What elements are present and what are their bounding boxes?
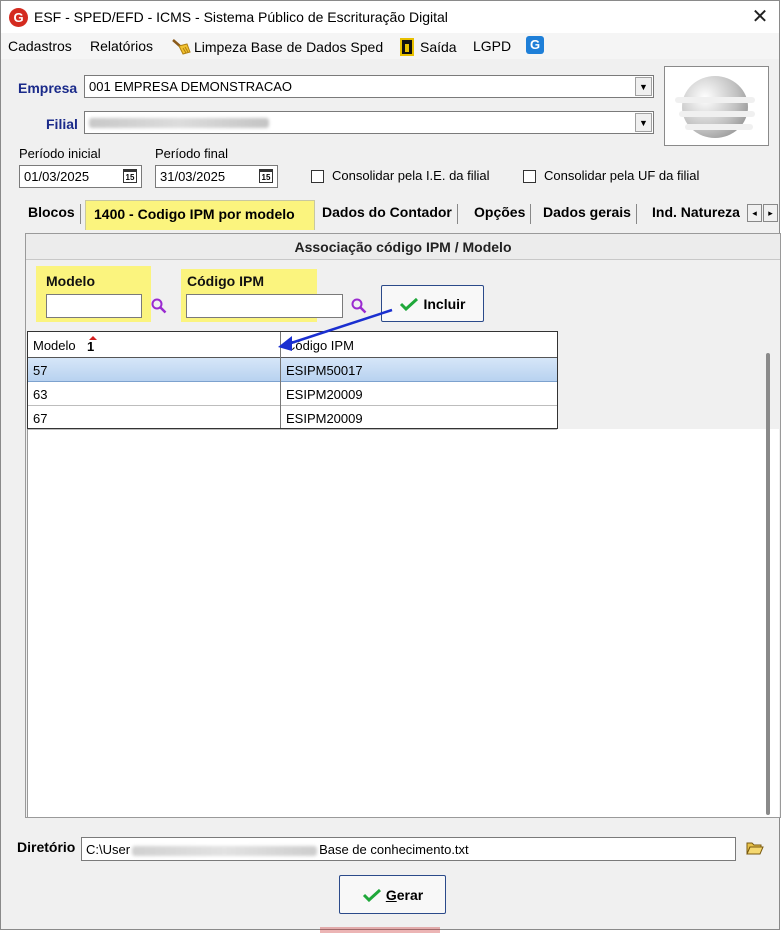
calendar-icon[interactable]: 15 [259, 169, 273, 183]
diretorio-redacted [132, 845, 318, 856]
diretorio-suffix: Base de conhecimento.txt [319, 842, 469, 857]
cell-codigo: ESIPM20009 [286, 387, 363, 402]
logo-band [685, 124, 753, 130]
periodo-final-value: 31/03/2025 [160, 169, 226, 184]
menu-lgpd-label: LGPD [473, 38, 512, 54]
periodo-inicial-field[interactable]: 01/03/2025 15 [19, 165, 142, 188]
exit-door-icon [400, 38, 414, 56]
close-button[interactable]: ✕ [743, 3, 777, 31]
menu-relatorios-label: Relatórios [90, 38, 154, 54]
main-window: G ESF - SPED/EFD - ICMS - Sistema Públic… [0, 0, 781, 930]
search-icon[interactable] [151, 298, 167, 314]
company-logo [664, 66, 769, 146]
periodo-final-field[interactable]: 31/03/2025 15 [155, 165, 278, 188]
table-row[interactable]: 67 ESIPM20009 [28, 406, 557, 430]
menu-limpeza-base[interactable]: Limpeza Base de Dados Sped [171, 38, 383, 56]
filial-combo[interactable]: ▼ [84, 111, 654, 134]
menu-relatorios[interactable]: Relatórios [90, 38, 153, 54]
tab-dados-gerais[interactable]: Dados gerais [543, 204, 637, 224]
codigo-ipm-input[interactable] [186, 294, 343, 318]
tab-scroll-right[interactable]: ▸ [763, 204, 778, 222]
grid-background [27, 429, 779, 817]
panel-header: Associação código IPM / Modelo [26, 234, 780, 260]
cell-modelo: 67 [33, 411, 48, 426]
app-logo-icon: G [9, 8, 28, 27]
cell-modelo: 57 [33, 363, 48, 378]
consolidar-ie-label: Consolidar pela I.E. da filial [332, 168, 490, 183]
tab-dados-contador[interactable]: Dados do Contador [322, 204, 458, 224]
tab-blocos[interactable]: Blocos [28, 204, 81, 224]
open-folder-icon[interactable] [746, 841, 764, 855]
menu-limpeza-label: Limpeza Base de Dados Sped [194, 39, 384, 55]
periodo-inicial-label: Período inicial [19, 146, 101, 161]
tab-ind-natureza[interactable]: Ind. Natureza [652, 204, 748, 220]
menu-saida[interactable]: Saída [400, 38, 457, 56]
logo-band [679, 111, 755, 117]
codigo-ipm-label: Código IPM [187, 273, 264, 289]
sort-order-label: 1 [87, 339, 95, 354]
gerar-label: Gerar [385, 886, 424, 903]
tab-scroll-left[interactable]: ◂ [747, 204, 762, 222]
incluir-label: Incluir [423, 295, 466, 312]
vertical-scrollbar[interactable] [766, 353, 770, 815]
table-row[interactable]: 57 ESIPM50017 [28, 358, 557, 382]
filial-label: Filial [46, 116, 78, 132]
chevron-down-icon[interactable]: ▼ [635, 113, 652, 132]
filial-value-redacted [89, 118, 269, 128]
incluir-button[interactable]: Incluir [381, 285, 484, 322]
gerar-button[interactable]: Gerar [339, 875, 446, 914]
modelo-label: Modelo [46, 273, 95, 289]
g-brand-icon[interactable]: G [526, 36, 544, 54]
periodo-inicial-value: 01/03/2025 [24, 169, 90, 184]
col-codigo-ipm[interactable]: Código IPM [281, 332, 557, 358]
menu-saida-label: Saída [420, 39, 457, 55]
menu-cadastros-label: Cadastros [8, 38, 72, 54]
table-row[interactable]: 63 ESIPM20009 [28, 382, 557, 406]
menu-bar: Cadastros Relatórios Limpeza Base de Dad… [1, 33, 779, 59]
grid-header: Modelo 1 Código IPM [28, 332, 557, 358]
cell-codigo: ESIPM50017 [286, 363, 363, 378]
diretorio-field[interactable]: C:\User Base de conhecimento.txt [81, 837, 736, 861]
diretorio-prefix: C:\User [86, 842, 131, 857]
ipm-grid: Modelo 1 Código IPM 57 ESIPM50017 63 ESI… [27, 331, 558, 430]
periodo-final-label: Período final [155, 146, 228, 161]
consolidar-uf-label: Consolidar pela UF da filial [544, 168, 700, 183]
logo-band [675, 97, 755, 103]
cell-modelo: 63 [33, 387, 48, 402]
col-codigo-label: Código IPM [286, 338, 354, 353]
empresa-label: Empresa [18, 80, 78, 96]
menu-cadastros[interactable]: Cadastros [8, 38, 72, 54]
empresa-combo[interactable]: 001 EMPRESA DEMONSTRACAO ▼ [84, 75, 654, 98]
tab-strip: Blocos 1400 - Codigo IPM por modelo Dado… [19, 200, 779, 230]
menu-lgpd[interactable]: LGPD [473, 38, 511, 54]
col-modelo-label: Modelo [33, 338, 76, 353]
column-divider [280, 332, 281, 428]
check-icon [400, 297, 419, 311]
tab-codigo-ipm[interactable]: 1400 - Codigo IPM por modelo [85, 200, 315, 230]
calendar-icon[interactable]: 15 [123, 169, 137, 183]
diretorio-label: Diretório [17, 839, 76, 855]
consolidar-uf-checkbox[interactable] [523, 170, 536, 183]
window-title: ESF - SPED/EFD - ICMS - Sistema Público … [34, 9, 448, 25]
modelo-input[interactable] [46, 294, 142, 318]
empresa-value: 001 EMPRESA DEMONSTRACAO [89, 79, 292, 94]
cell-codigo: ESIPM20009 [286, 411, 363, 426]
col-modelo[interactable]: Modelo [28, 332, 280, 358]
title-bar: G ESF - SPED/EFD - ICMS - Sistema Públic… [1, 1, 779, 33]
consolidar-ie-checkbox[interactable] [311, 170, 324, 183]
chevron-down-icon[interactable]: ▼ [635, 77, 652, 96]
background-strip [320, 927, 440, 933]
check-icon [362, 888, 381, 902]
tab-opcoes[interactable]: Opções [474, 204, 532, 224]
broom-icon [171, 38, 191, 56]
search-icon[interactable] [351, 298, 367, 314]
